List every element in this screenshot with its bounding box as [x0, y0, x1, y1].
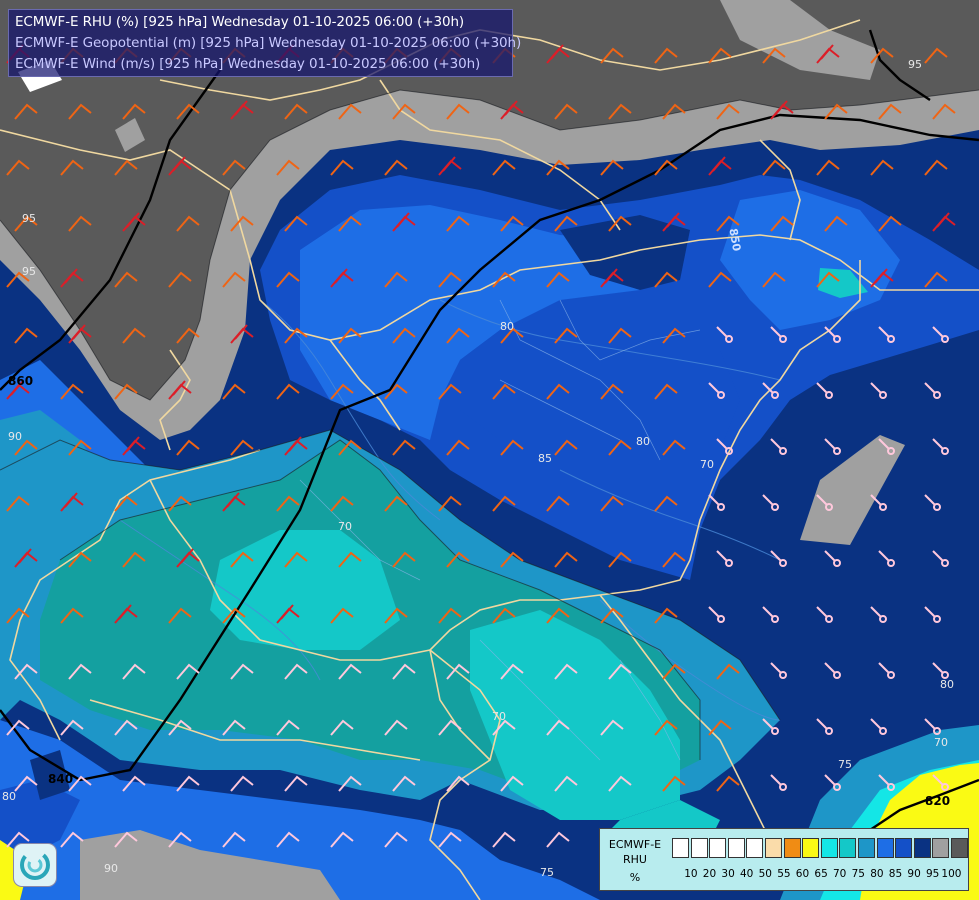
- rhu-contour-label: 75: [540, 866, 554, 879]
- legend-tick: 20: [702, 868, 717, 880]
- legend-swatch: [913, 838, 931, 858]
- legend-model: ECMWF-E: [608, 838, 662, 851]
- rhu-contour-label: 80: [500, 320, 514, 333]
- rhu-contour-label: 90: [8, 430, 22, 443]
- title-wind: ECMWF-E Wind (m/s) [925 hPa] Wednesday 0…: [15, 56, 481, 72]
- legend-tick: 95: [926, 868, 940, 880]
- legend-swatch: [951, 838, 968, 858]
- legend-swatch: [895, 838, 913, 858]
- rhu-contour-label: 70: [934, 736, 948, 749]
- legend-tick: 90: [907, 868, 921, 880]
- rhu-contour-label: 80: [2, 790, 16, 803]
- rhu-map: 860 840 820 850 95 95 95 90 85 80 80 80 …: [0, 0, 979, 900]
- legend-swatch: [690, 838, 708, 858]
- geopotential-label: 820: [925, 794, 950, 808]
- title-geopotential: ECMWF-E Geopotential (m) [925 hPa] Wedne…: [15, 35, 522, 51]
- meteo-swirl-icon: [13, 843, 57, 887]
- legend-tick: 75: [851, 868, 865, 880]
- legend-unit: %: [629, 871, 641, 884]
- geopotential-label: 860: [8, 374, 33, 388]
- geopotential-label: 840: [48, 772, 73, 786]
- legend-tick: 80: [870, 868, 884, 880]
- rhu-contour-label: 95: [22, 212, 36, 225]
- legend-tick: 30: [721, 868, 735, 880]
- legend-variable: RHU: [623, 853, 647, 866]
- rhu-contour-label: 70: [338, 520, 352, 533]
- legend-swatch: [876, 838, 894, 858]
- legend-swatch: [820, 838, 838, 858]
- legend-swatch: [858, 838, 875, 858]
- rhu-contour-label: 80: [636, 435, 650, 448]
- rhu-contour-label: 75: [838, 758, 852, 771]
- title-panel: ECMWF-E RHU (%) [925 hPa] Wednesday 01-1…: [8, 9, 521, 77]
- rhu-contour-label: 80: [940, 678, 954, 691]
- rhu-contour-label: 70: [700, 458, 714, 471]
- legend-tick: 85: [888, 868, 903, 880]
- title-rhu: ECMWF-E RHU (%) [925 hPa] Wednesday 01-1…: [15, 14, 465, 30]
- rhu-contour-label: 85: [538, 452, 552, 465]
- legend-swatch: [783, 838, 801, 858]
- legend-tick: 65: [814, 868, 828, 880]
- legend-tick: 60: [795, 868, 810, 880]
- legend-swatch: [932, 838, 950, 858]
- legend-swatch: [765, 838, 782, 858]
- legend-tick: 50: [758, 868, 772, 880]
- legend-swatch: [709, 838, 727, 858]
- legend-swatch: [839, 838, 857, 858]
- legend-tick: 40: [740, 868, 754, 880]
- legend-tick: 55: [777, 868, 791, 880]
- rhu-contour-label: 90: [104, 862, 118, 875]
- legend-tick: 10: [684, 868, 698, 880]
- rhu-contour-label: 70: [492, 710, 506, 723]
- legend-swatch: [672, 838, 689, 858]
- legend-swatch: [727, 838, 745, 858]
- rhu-contour-label: 95: [22, 265, 36, 278]
- rhu-contour-label: 95: [908, 58, 922, 71]
- legend-tick: 70: [833, 868, 847, 880]
- legend-swatch: [802, 838, 820, 858]
- legend-tick: 100: [941, 868, 962, 880]
- rhu-legend: ECMWF-E RHU % 10 20 30 40 50 55 60 65 70 75 80 85 90…: [599, 828, 969, 891]
- legend-swatch: [746, 838, 764, 858]
